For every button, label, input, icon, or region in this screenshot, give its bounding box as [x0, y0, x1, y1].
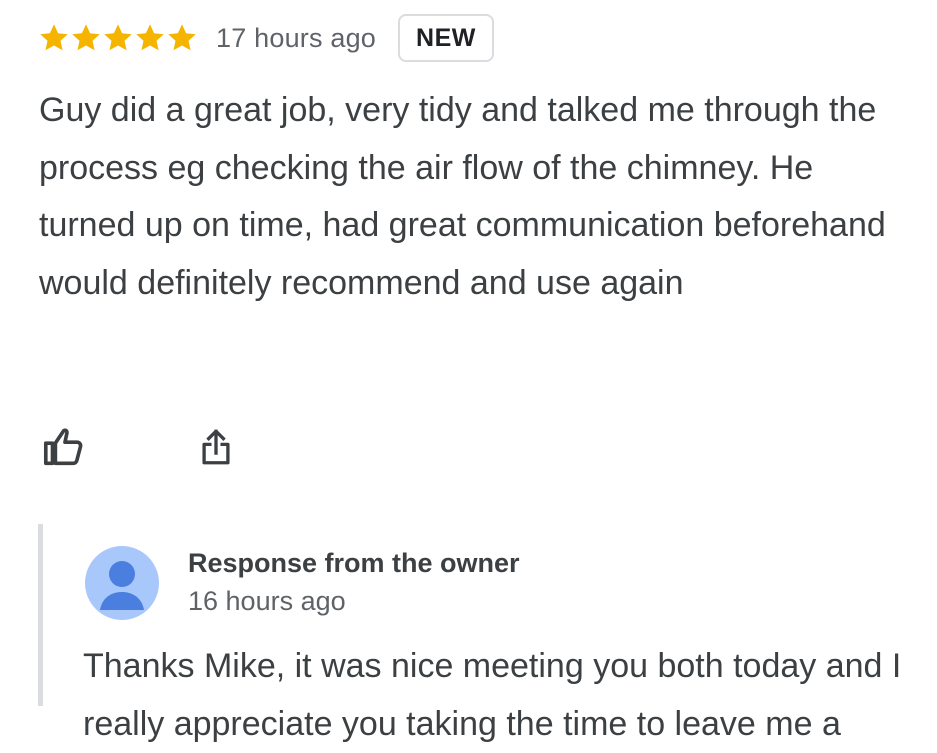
owner-avatar [85, 546, 159, 620]
owner-response-text: Thanks Mike, it was nice meeting you bot… [83, 647, 902, 743]
star-rating [38, 22, 198, 54]
owner-response-timestamp: 16 hours ago [188, 586, 346, 616]
owner-response-title: Response from the owner [188, 548, 520, 578]
thumbs-up-icon [41, 424, 87, 475]
star-icon [134, 22, 166, 54]
owner-response: Response from the owner 16 hours ago Tha… [38, 524, 937, 743]
review-header: 17 hours ago NEW [38, 12, 494, 64]
star-icon [38, 22, 70, 54]
person-icon [85, 546, 159, 620]
star-icon [102, 22, 134, 54]
share-icon [195, 424, 237, 475]
new-badge: NEW [398, 14, 494, 62]
like-button[interactable] [40, 425, 88, 473]
star-icon [166, 22, 198, 54]
star-icon [70, 22, 102, 54]
review-timestamp: 17 hours ago [216, 22, 377, 53]
review-text: Guy did a great job, very tidy and talke… [39, 91, 886, 302]
review-actions [40, 425, 240, 473]
share-button[interactable] [192, 425, 240, 473]
